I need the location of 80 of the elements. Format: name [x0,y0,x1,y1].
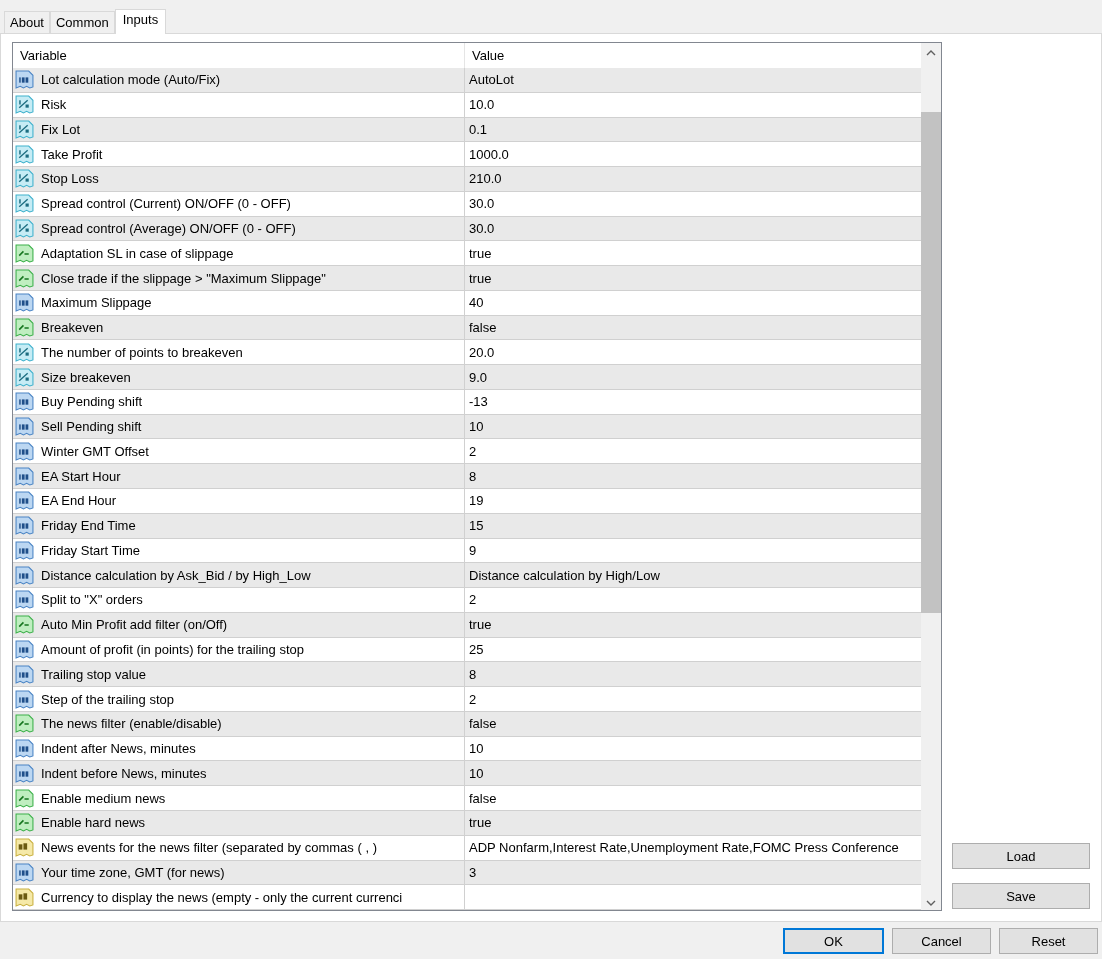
variable-name: Amount of profit (in points) for the trailing stop [41,642,304,657]
variable-name: Trailing stop value [41,666,146,682]
variable-name: Currency to display the news (empty - only the current currenci [41,889,403,905]
variable-name: Winter GMT Offset [41,443,149,459]
variable-name: Spread control (Current) ON/OFF (0 - OFF) [41,196,291,212]
value-cell[interactable]: true [465,266,921,290]
variable-name: Fix Lot [41,121,80,137]
variable-name: Adaptation SL in case of slippage [41,245,234,261]
value-cell[interactable]: 3 [465,860,921,885]
variable-name: Step of the trailing stop [41,691,174,707]
value-cell[interactable]: true [465,612,921,637]
value-cell[interactable]: true [465,810,921,835]
value-cell[interactable]: true [465,241,921,266]
value-cell[interactable]: 40 [465,290,921,315]
side-button[interactable]: Save [952,883,1090,909]
variable-name: Size breakeven [41,369,131,385]
dialog-button[interactable]: Reset [999,928,1098,954]
variable-name: Breakeven [41,320,104,336]
value-cell[interactable]: 20.0 [465,340,921,365]
side-button[interactable]: Load [952,843,1090,869]
value-cell[interactable]: 10 [465,761,921,786]
value-cell[interactable]: AutoLot [465,68,921,92]
variable-name: Friday Start Time [41,542,140,558]
value-cell[interactable]: 15 [465,513,921,538]
variable-name: Spread control (Average) ON/OFF (0 - OFF) [41,220,296,236]
variable-name: Friday End Time [41,518,136,534]
value-cell[interactable]: 2 [465,439,921,464]
value-cell[interactable]: false [465,315,921,340]
value-cell[interactable]: 10 [465,736,921,761]
value-cell[interactable]: 9 [465,538,921,563]
value-cell[interactable]: 10 [465,414,921,439]
variable-name: Take Profit [41,146,103,162]
variable-name: Close trade if the slippage > "Maximum Slippage" [41,270,326,286]
tab[interactable]: Common [50,11,115,33]
variable-name: Risk [41,97,67,113]
value-cell[interactable]: 10.0 [465,92,921,117]
variable-name: Stop Loss [41,171,99,187]
value-cell[interactable]: 30.0 [465,216,921,241]
value-cell[interactable]: 1000.0 [465,142,921,167]
variable-name: Your time zone, GMT (for news) [41,864,225,880]
variable-name: EA End Hour [41,493,117,509]
variable-name: Enable hard news [41,815,146,831]
scroll-down-icon[interactable] [926,900,936,906]
variable-name: Enable medium news [41,790,166,806]
column-header[interactable]: Value [465,43,505,68]
value-cell[interactable]: 19 [465,489,921,513]
scroll-up-icon[interactable] [926,50,936,56]
value-cell[interactable]: 210.0 [465,167,921,191]
value-cell[interactable]: Distance calculation by High/Low [465,563,921,588]
tab[interactable]: Inputs [114,9,167,34]
value-cell[interactable]: ADP Nonfarm,Interest Rate,Unemployment Rate,FOMC Press Conference [465,835,921,860]
variable-name: Indent before News, minutes [41,765,207,781]
value-cell[interactable]: 8 [465,662,921,687]
value-cell[interactable]: 30.0 [465,191,921,216]
variable-name: Split to "X" orders [41,592,143,608]
value-cell[interactable]: 0.1 [465,117,921,142]
variable-name: EA Start Hour [41,468,121,484]
value-cell[interactable]: false [465,711,921,736]
variable-name: News events for the news filter (separated by commas ( , ) [41,840,377,856]
value-cell[interactable]: 2 [465,687,921,711]
variable-name: The news filter (enable/disable) [41,716,222,732]
value-cell[interactable]: 9.0 [465,365,921,389]
variable-name: Auto Min Profit add filter (on/Off) [41,617,228,633]
variable-name: Distance calculation by Ask_Bid / by High_Low [41,567,311,583]
scrollbar-thumb[interactable] [921,112,941,613]
variable-name: Lot calculation mode (Auto/Fix) [41,72,221,88]
variable-name: Buy Pending shift [41,394,143,410]
dialog-button[interactable]: Cancel [892,928,991,954]
variable-name: Indent after News, minutes [41,741,196,757]
variable-name: Sell Pending shift [41,419,142,435]
value-cell[interactable]: 2 [465,588,921,612]
tab[interactable]: About [4,11,50,33]
variable-name: The number of points to breakeven [41,344,243,360]
value-cell[interactable]: false [465,786,921,810]
variable-name: Maximum Slippage [41,295,152,311]
value-cell[interactable]: -13 [465,389,921,414]
value-cell[interactable]: 25 [465,637,921,662]
dialog-button[interactable]: OK [783,928,884,954]
scrollbar[interactable] [921,43,941,910]
value-cell[interactable]: 8 [465,464,921,488]
